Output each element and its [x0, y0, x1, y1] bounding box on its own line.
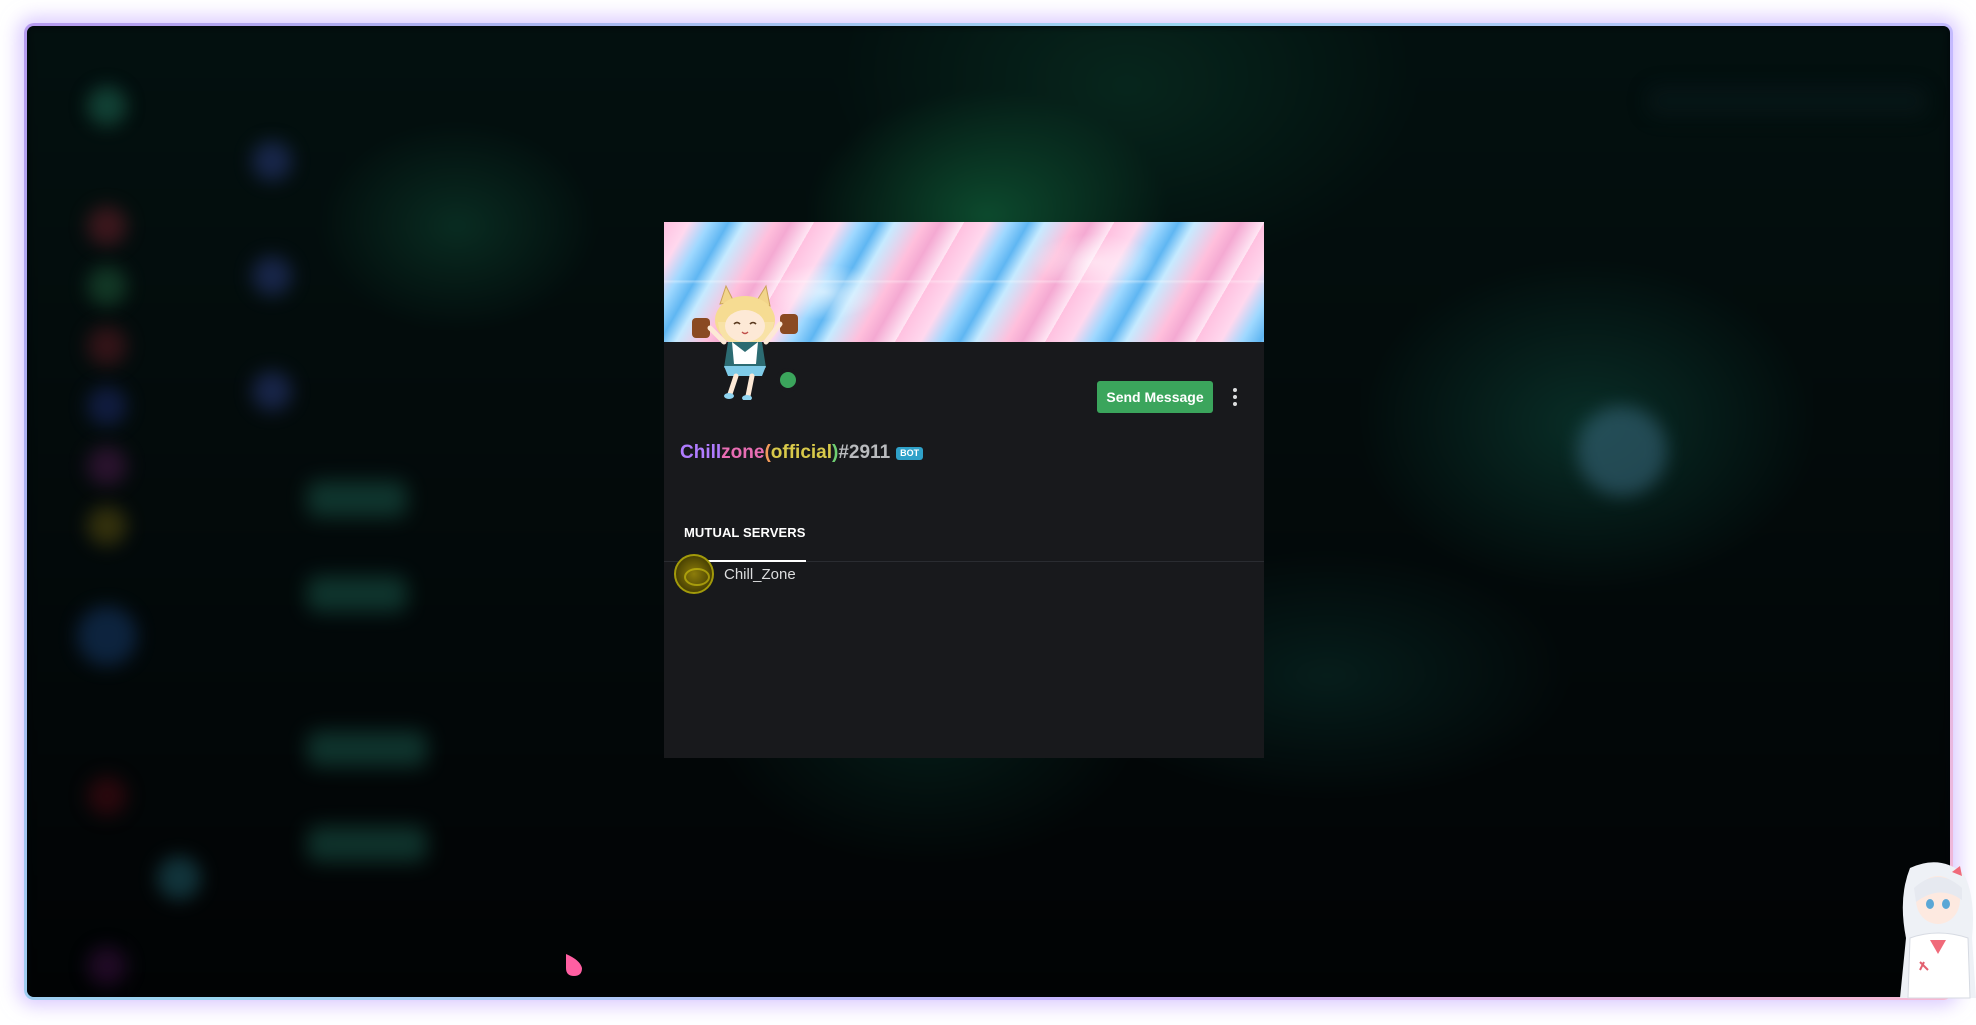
blurred-avatar [252, 256, 292, 296]
online-status-indicator [776, 368, 800, 392]
blurred-avatar [1577, 406, 1667, 496]
anime-mascot-icon [1900, 862, 1976, 999]
blurred-server-icon [87, 206, 127, 246]
send-message-button[interactable]: Send Message [1097, 381, 1213, 413]
username-segment: Chill [680, 442, 722, 463]
bot-tag-badge: BOT [896, 446, 924, 460]
blurred-search-bar [1647, 86, 1927, 116]
username-segment: zone [721, 442, 765, 463]
blurred-attachment [307, 576, 407, 612]
blurred-server-icon [87, 506, 127, 546]
user-discriminator: #2911 [838, 442, 891, 463]
blurred-server-icon [87, 326, 127, 366]
blurred-avatar [252, 141, 292, 181]
mutual-server-item[interactable]: Chill_Zone [674, 552, 1254, 596]
user-profile-modal: Send Message Chill zone ( official ) #29… [664, 222, 1264, 758]
blurred-server-icon [87, 776, 127, 816]
chill-zone-server-icon [674, 554, 714, 594]
profile-username: Chill zone ( official ) #2911 BOT [680, 440, 924, 466]
blurred-avatar [252, 371, 292, 411]
vertical-ellipsis-icon[interactable] [1226, 383, 1244, 411]
blurred-server-icon [87, 86, 127, 126]
blurred-server-icon [87, 266, 127, 306]
blurred-attachment [307, 481, 407, 517]
blurred-attachment [307, 826, 427, 862]
blurred-avatar [157, 856, 201, 900]
blurred-attachment [307, 731, 427, 767]
blurred-server-icon [77, 606, 137, 666]
pink-cursor-icon [566, 954, 582, 976]
server-name: Chill_Zone [724, 565, 796, 583]
blurred-server-icon [87, 386, 127, 426]
blurred-server-icon [87, 946, 127, 986]
username-segment: official [770, 442, 833, 463]
blurred-server-icon [87, 446, 127, 486]
